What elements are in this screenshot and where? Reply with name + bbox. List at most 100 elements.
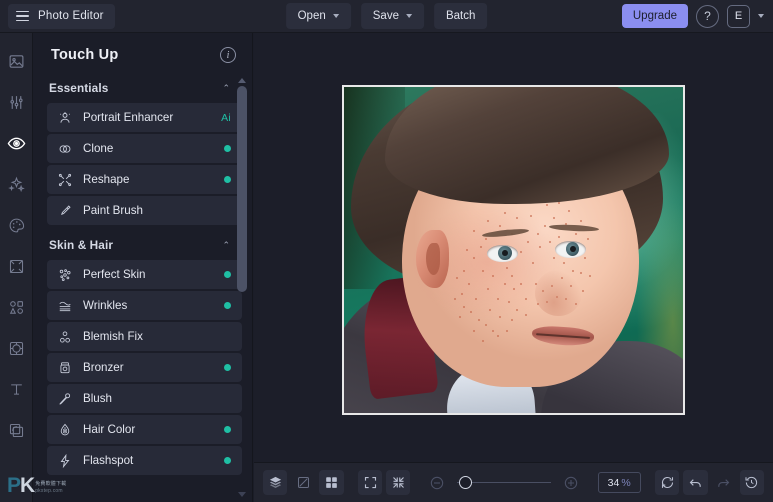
tool-label: Flashspot — [83, 454, 134, 467]
clone-icon — [57, 142, 72, 156]
rail-item-shapes[interactable] — [3, 294, 29, 320]
photo-canvas[interactable] — [342, 85, 685, 415]
reset-button[interactable] — [655, 470, 680, 495]
page-title: Touch Up — [51, 47, 119, 63]
tool-list-essentials: Portrait Enhancer Ai Clone Reshape Paint… — [33, 103, 252, 225]
compare-button[interactable] — [291, 470, 315, 495]
scrollbar-thumb[interactable] — [237, 86, 247, 292]
paint-brush-icon — [57, 204, 72, 218]
zoom-level-input[interactable]: 34 % — [597, 472, 641, 493]
status-badge — [224, 457, 231, 464]
fit-screen-button[interactable] — [357, 470, 383, 495]
section-header-skin-hair[interactable]: Skin & Hair ⌃ — [33, 230, 252, 260]
tool-flashspot[interactable]: Flashspot — [47, 446, 242, 475]
tool-label: Perfect Skin — [83, 268, 146, 281]
photo-eye-right — [554, 240, 586, 258]
zoom-level-value: 34 — [607, 476, 620, 489]
flashspot-icon — [57, 453, 72, 468]
wrinkles-icon — [57, 299, 72, 313]
actual-size-button[interactable] — [386, 470, 411, 495]
tool-portrait-enhancer[interactable]: Portrait Enhancer Ai — [47, 103, 242, 132]
tool-label: Clone — [83, 142, 114, 155]
tool-label: Blemish Fix — [83, 330, 143, 343]
section-header-essentials[interactable]: Essentials ⌃ — [33, 73, 252, 103]
section-title: Essentials — [49, 81, 109, 95]
rail-item-layers[interactable] — [3, 417, 29, 443]
account-actions-group: Upgrade ? E — [621, 4, 764, 28]
rail-item-effects[interactable] — [3, 171, 29, 197]
chevron-up-icon: ⌃ — [222, 239, 230, 250]
tool-blush[interactable]: Blush — [47, 384, 242, 413]
save-button[interactable]: Save — [360, 3, 424, 29]
hair-color-icon — [57, 423, 72, 437]
tool-label: Hair Color — [83, 423, 136, 436]
status-badge — [224, 176, 231, 183]
undo-button[interactable] — [683, 470, 708, 495]
rail-item-image[interactable] — [3, 48, 29, 74]
zoom-slider[interactable] — [456, 475, 552, 491]
blemish-fix-icon — [57, 330, 72, 344]
info-icon[interactable]: i — [220, 47, 236, 63]
rail-item-crop[interactable] — [3, 253, 29, 279]
layers-button[interactable] — [263, 470, 288, 495]
app-menu-button[interactable]: Photo Editor — [8, 3, 115, 29]
zoom-level-unit: % — [621, 476, 631, 489]
tool-label: Bronzer — [83, 361, 124, 374]
tool-blemish-fix[interactable]: Blemish Fix — [47, 322, 242, 351]
top-toolbar: Photo Editor Open Save Batch Upgrade ? E — [0, 0, 773, 33]
grid-view-button[interactable] — [319, 470, 344, 495]
touch-up-panel: Touch Up i Essentials ⌃ Portrait Enhance… — [33, 33, 253, 502]
photo-fringe — [384, 87, 670, 205]
tool-hair-color[interactable]: Hair Color — [47, 415, 242, 444]
reshape-icon — [57, 173, 72, 187]
zoom-out-button[interactable] — [425, 470, 449, 495]
upgrade-button[interactable]: Upgrade — [621, 4, 688, 28]
portrait-photo — [344, 87, 683, 413]
tool-label: Paint Brush — [83, 204, 143, 217]
status-badge — [224, 426, 231, 433]
photo-ear — [415, 230, 450, 288]
rail-item-sticker[interactable] — [3, 335, 29, 361]
tool-rail — [0, 33, 33, 502]
chevron-down-icon — [405, 14, 412, 18]
tool-label: Blush — [83, 392, 113, 405]
tool-label: Wrinkles — [83, 299, 128, 312]
batch-button[interactable]: Batch — [433, 3, 488, 29]
blush-icon — [57, 392, 72, 406]
status-badge — [224, 364, 231, 371]
photo-editor-window: Photo Editor Open Save Batch Upgrade ? E — [0, 0, 773, 502]
tool-reshape[interactable]: Reshape — [47, 165, 242, 194]
open-label: Open — [297, 10, 326, 22]
tool-bronzer[interactable]: Bronzer — [47, 353, 242, 382]
rail-item-color[interactable] — [3, 212, 29, 238]
hamburger-icon — [16, 10, 29, 22]
rail-item-text[interactable] — [3, 376, 29, 402]
tool-perfect-skin[interactable]: Perfect Skin — [47, 260, 242, 289]
status-badge — [224, 271, 231, 278]
tool-wrinkles[interactable]: Wrinkles — [47, 291, 242, 320]
tool-list-skin-hair: Perfect Skin Wrinkles Blemish Fix Bronze… — [33, 260, 252, 475]
avatar[interactable]: E — [727, 4, 750, 28]
bottom-toolbar: 34 % — [254, 462, 773, 502]
tool-paint-brush[interactable]: Paint Brush — [47, 196, 242, 225]
open-button[interactable]: Open — [285, 3, 351, 29]
panel-header: Touch Up i — [33, 33, 252, 73]
photo-nose — [534, 269, 582, 317]
help-icon[interactable]: ? — [696, 4, 719, 28]
scroll-up-arrow-icon[interactable] — [238, 77, 246, 83]
rail-item-retouch[interactable] — [3, 130, 29, 156]
chevron-down-icon[interactable] — [758, 14, 764, 18]
status-badge — [224, 302, 231, 309]
ai-badge: Ai — [221, 111, 231, 124]
tool-clone[interactable]: Clone — [47, 134, 242, 163]
scroll-down-arrow-icon[interactable] — [238, 492, 246, 498]
zoom-in-button[interactable] — [559, 470, 583, 495]
history-button[interactable] — [739, 470, 764, 495]
canvas-area[interactable] — [254, 33, 773, 462]
panel-scrollbar[interactable] — [237, 78, 247, 497]
save-label: Save — [372, 10, 399, 22]
app-title: Photo Editor — [38, 10, 104, 22]
redo-button[interactable] — [712, 470, 736, 495]
rail-item-adjust[interactable] — [3, 89, 29, 115]
zoom-slider-handle[interactable] — [458, 476, 472, 489]
